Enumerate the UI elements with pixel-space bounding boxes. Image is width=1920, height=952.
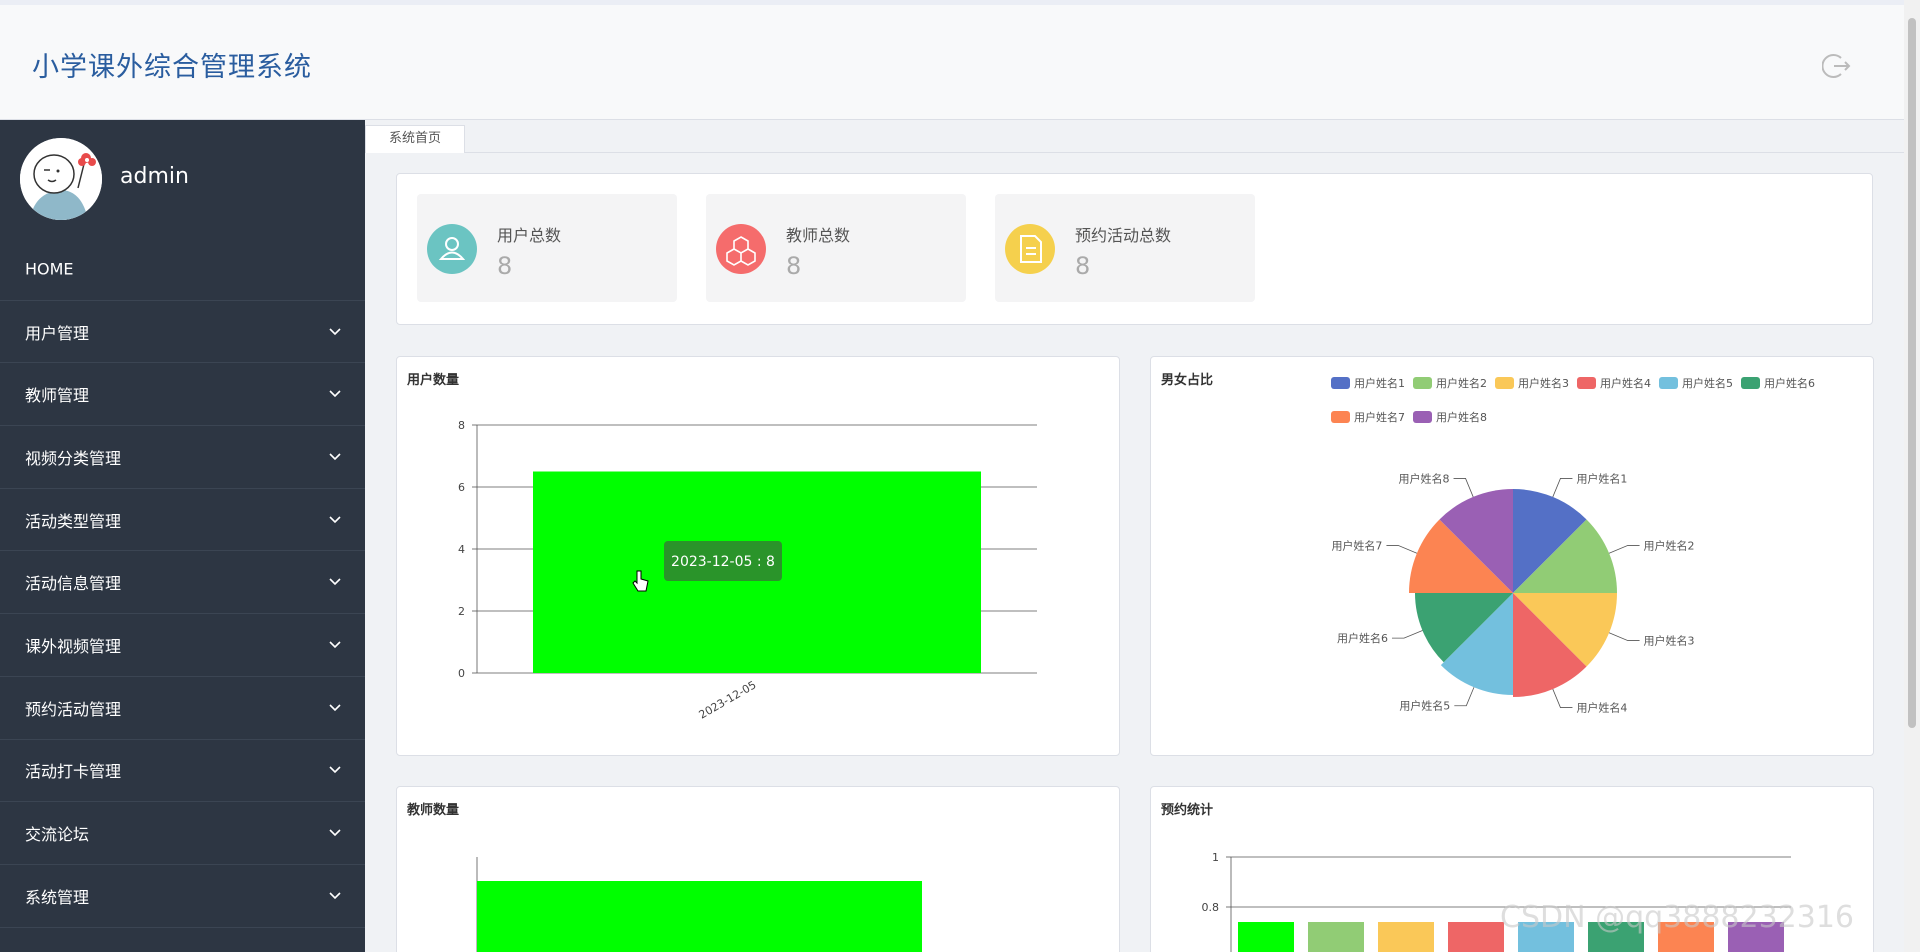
sidebar-item-label: 交流论坛	[25, 825, 90, 845]
stat-booking-total: 预约活动总数 8	[995, 194, 1255, 302]
sidebar-item-label: 系统管理	[25, 887, 90, 907]
sidebar-item-label: 用户管理	[25, 323, 90, 343]
bar[interactable]	[1308, 922, 1364, 952]
sidebar-item-6[interactable]: 课外视频管理	[0, 614, 365, 677]
sidebar-menu: HOME 用户管理教师管理视频分类管理 活动类型管理 活动信息管理 课外视频管理 预约活动…	[0, 238, 365, 928]
y-tick-label: 1	[1212, 851, 1219, 864]
logout-icon[interactable]	[1822, 51, 1852, 81]
sidebar-item-4[interactable]: 活动类型管理	[0, 489, 365, 552]
sidebar-item-8[interactable]: 活动打卡管理	[0, 740, 365, 803]
gender-ratio-chart: 男女占比 用户姓名1 用户姓名2 用户姓名3 用户姓名4 用户姓名5 用户姓名6用户姓名7…	[1150, 356, 1874, 756]
bar[interactable]	[1448, 922, 1504, 952]
sidebar-item-10[interactable]: 系统管理	[0, 865, 365, 928]
label-line	[1453, 478, 1474, 498]
bar[interactable]	[477, 881, 922, 952]
stats-card: 用户总数 8 教师总数 8 预约活动总数 8	[396, 173, 1873, 325]
y-tick-label: 0.8	[1202, 901, 1220, 914]
gender-ratio-plot: 用户姓名1 用户姓名2 用户姓名3 用户姓名4 用户姓名5 用户姓名6 用户姓名7 用户姓名8	[1331, 471, 1695, 715]
slice-label: 用户姓名4	[1576, 701, 1627, 715]
slice-label: 用户姓名8	[1399, 471, 1450, 485]
sidebar-item-label: 教师管理	[25, 386, 90, 406]
sidebar-item-label: 活动类型管理	[25, 511, 122, 531]
stat-value: 8	[497, 252, 513, 280]
chevron-down-icon	[329, 829, 341, 837]
watermark: CSDN @qq3888232316	[1500, 900, 1855, 935]
tooltip-text: 2023-12-05 : 8	[671, 554, 775, 570]
chevron-down-icon	[329, 578, 341, 586]
slice-label: 用户姓名2	[1644, 539, 1695, 553]
sidebar-item-5[interactable]: 活动信息管理	[0, 551, 365, 615]
label-line	[1391, 630, 1423, 639]
tab-home[interactable]: 系统首页	[365, 125, 465, 153]
sidebar-item-2[interactable]: 教师管理	[0, 363, 365, 427]
y-tick-label: 0	[458, 667, 465, 680]
header: 小学课外综合管理系统	[0, 0, 1904, 120]
document-icon	[1005, 224, 1055, 274]
avatar-image	[20, 138, 102, 220]
label-line	[1454, 687, 1475, 707]
chevron-down-icon	[329, 641, 341, 649]
stat-label: 教师总数	[786, 226, 851, 245]
bar[interactable]	[1238, 922, 1294, 952]
sidebar-item-3[interactable]: 视频分类管理	[0, 426, 365, 489]
teacher-count-chart: 教师数量	[396, 786, 1120, 952]
stat-teacher-total: 教师总数 8	[706, 194, 966, 302]
chevron-down-icon	[329, 766, 341, 774]
sidebar-item-label: 活动信息管理	[25, 574, 122, 594]
chevron-down-icon	[329, 390, 341, 398]
avatar[interactable]	[20, 138, 102, 220]
sidebar-item-7[interactable]: 预约活动管理	[0, 677, 365, 740]
y-tick-label: 6	[458, 481, 465, 494]
y-tick-label: 8	[458, 419, 465, 432]
slice-label: 用户姓名1	[1576, 471, 1627, 485]
slice-label: 用户姓名7	[1331, 539, 1382, 553]
user-count-chart: 用户数量 0 2 4 6 8 2023-12-05 2023-12-05 : 8	[396, 356, 1120, 756]
teacher-count-plot	[476, 857, 922, 952]
stat-label: 预约活动总数	[1075, 226, 1172, 245]
label-line	[1608, 545, 1640, 554]
slice-label: 用户姓名5	[1399, 699, 1450, 713]
label-line	[1552, 688, 1573, 708]
user-count-plot: 0 2 4 6 8 2023-12-05 2023-12-05 : 8	[458, 419, 1037, 722]
stat-user-total: 用户总数 8	[417, 194, 677, 302]
sidebar-item-label: 预约活动管理	[25, 699, 122, 719]
label-line	[1386, 545, 1418, 554]
bar[interactable]	[1378, 922, 1434, 952]
username: admin	[120, 164, 189, 189]
sidebar-item-label: HOME	[25, 259, 74, 279]
chevron-down-icon	[329, 704, 341, 711]
sidebar: admin HOME 用户管理教师管理视频分类管理 活动类型管理 活动信息管理 课外视频…	[0, 120, 365, 952]
y-tick-label: 4	[458, 543, 465, 556]
scrollbar-thumb[interactable]	[1908, 18, 1916, 728]
stat-value: 8	[1075, 252, 1091, 280]
sidebar-item-9[interactable]: 交流论坛	[0, 802, 365, 865]
sidebar-item-label: 活动打卡管理	[25, 762, 122, 782]
chevron-down-icon	[329, 327, 341, 335]
x-tick-label: 2023-12-05	[697, 678, 759, 721]
stat-value: 8	[786, 252, 802, 280]
user-icon	[427, 224, 477, 274]
label-line	[1608, 632, 1640, 641]
slice-label: 用户姓名3	[1644, 633, 1695, 647]
tab-bar: 系统首页	[365, 120, 1904, 153]
slice-label: 用户姓名6	[1337, 631, 1388, 645]
chevron-down-icon	[329, 453, 341, 461]
y-tick-label: 2	[458, 605, 465, 618]
chevron-down-icon	[329, 516, 341, 523]
label-line	[1552, 478, 1573, 498]
stat-label: 用户总数	[497, 226, 562, 245]
app-title: 小学课外综合管理系统	[32, 52, 312, 83]
sidebar-item-1[interactable]: 用户管理	[0, 301, 365, 364]
cubes-icon	[716, 224, 766, 274]
sidebar-item-label: 视频分类管理	[25, 448, 122, 468]
sidebar-item-label: 课外视频管理	[25, 636, 122, 656]
page-scrollbar[interactable]	[1904, 0, 1920, 952]
bar-tooltip: 2023-12-05 : 8	[664, 541, 782, 581]
sidebar-item-0[interactable]: HOME	[0, 238, 365, 301]
chevron-down-icon	[329, 892, 341, 899]
